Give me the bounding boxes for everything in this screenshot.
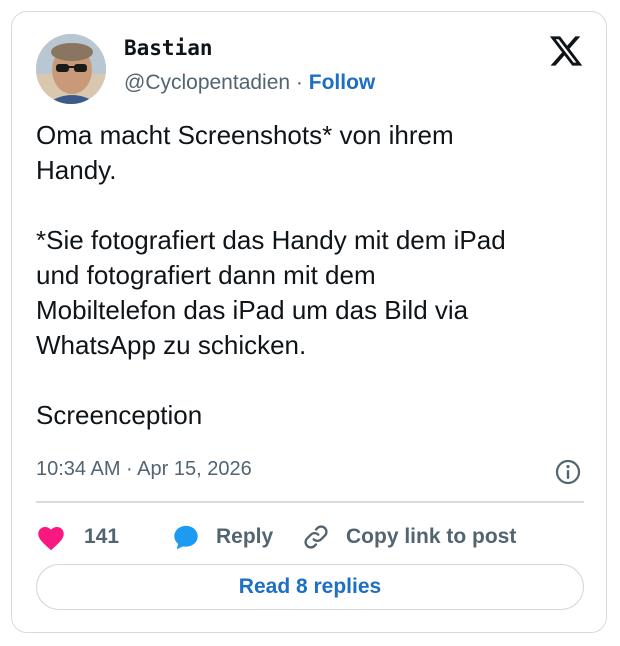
action-bar: 141 Reply Copy link to post	[36, 518, 596, 556]
follow-button[interactable]: Follow	[309, 71, 376, 94]
read-replies-button[interactable]: Read 8 replies	[36, 564, 584, 610]
copy-link-label: Copy link to post	[346, 525, 517, 548]
author-name[interactable]: Bastian	[124, 36, 213, 60]
author-handle[interactable]: @Cyclopentadien	[124, 71, 290, 94]
reply-button[interactable]: Reply	[172, 518, 273, 556]
post-text: Oma macht Screenshots* von ihrem Handy. …	[36, 120, 506, 430]
handle-separator: ·	[290, 71, 309, 94]
reply-label: Reply	[216, 525, 274, 548]
like-button[interactable]: 141	[36, 518, 119, 556]
avatar[interactable]	[36, 34, 106, 104]
heart-icon	[38, 527, 64, 551]
post-timestamp[interactable]: 10:34 AM · Apr 15, 2026	[36, 458, 252, 481]
divider	[36, 501, 584, 503]
author-handle-line: @Cyclopentadien · Follow	[124, 71, 375, 95]
copy-link-button[interactable]: Copy link to post	[302, 518, 516, 556]
info-icon[interactable]	[554, 458, 582, 486]
like-count: 141	[84, 525, 120, 548]
tweet-card: Bastian @Cyclopentadien · Follow Oma mac…	[11, 11, 607, 633]
x-logo-icon[interactable]	[548, 33, 584, 69]
link-icon	[304, 525, 328, 549]
reply-bubble-icon	[174, 525, 198, 550]
avatar-image	[36, 34, 106, 104]
